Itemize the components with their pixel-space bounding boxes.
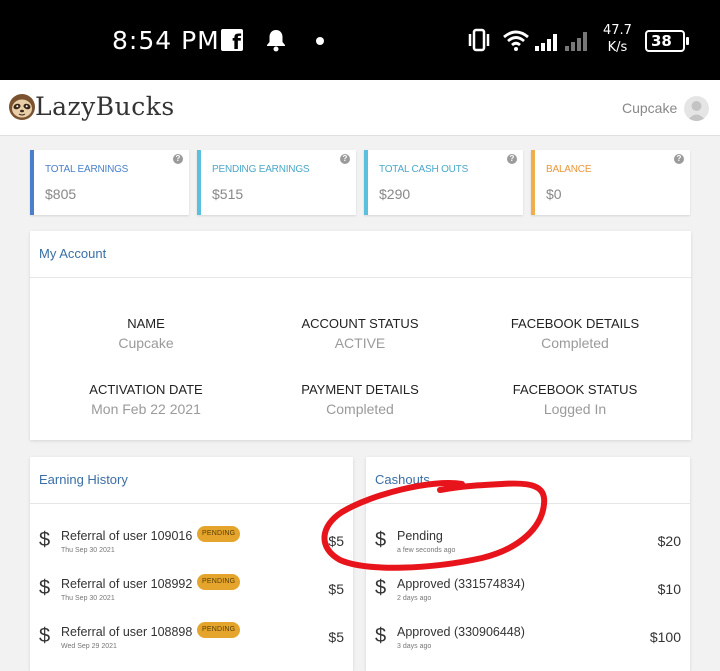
user-name[interactable]: Cupcake — [622, 100, 677, 116]
earning-title: Referral of user 108898 — [61, 625, 193, 639]
field-value: Logged In — [543, 401, 607, 417]
user-avatar-icon[interactable] — [684, 96, 709, 121]
status-badge: PENDING — [197, 526, 241, 542]
stat-card-total-earnings: TOTAL EARNINGS $805 ? — [30, 150, 189, 215]
field-label: FACEBOOK STATUS — [512, 382, 638, 397]
dollar-icon: $ — [375, 529, 387, 551]
help-icon[interactable]: ? — [674, 154, 684, 164]
app-header: LazyBucks Cupcake — [0, 80, 720, 136]
cashouts-panel: Cashouts $ Pending a few seconds ago $20… — [366, 457, 690, 671]
earning-date: Thu Sep 30 2021 — [61, 547, 115, 554]
field-value: Completed — [326, 401, 394, 417]
earning-history-panel: Earning History $ Referral of user 10901… — [30, 457, 353, 671]
cashout-title: Pending — [397, 529, 443, 543]
field-value: Mon Feb 22 2021 — [91, 401, 201, 417]
cashout-time: a few seconds ago — [397, 547, 456, 554]
dollar-icon: $ — [39, 625, 51, 647]
brand-name[interactable]: LazyBucks — [35, 92, 175, 121]
stat-value: $515 — [212, 186, 244, 202]
stat-label: TOTAL EARNINGS — [45, 164, 129, 175]
panel-header: Earning History — [30, 457, 353, 504]
stat-card-balance: BALANCE $0 ? — [531, 150, 690, 215]
status-badge: PENDING — [197, 622, 241, 638]
help-icon[interactable]: ? — [340, 154, 350, 164]
cashout-time: 3 days ago — [397, 643, 432, 650]
status-bar: 8:54 PM f 47.7 K/s 38 — [0, 0, 720, 80]
cashout-amount: $20 — [657, 533, 681, 549]
field-label: FACEBOOK DETAILS — [510, 316, 640, 331]
panel-title: My Account — [39, 246, 107, 261]
vibrate-icon — [468, 28, 490, 52]
cashout-row[interactable]: $ Approved (331574834) 2 days ago $10 — [366, 567, 690, 615]
battery-level: 38 — [651, 32, 672, 50]
earning-row[interactable]: $ Referral of user 109016 PENDING Thu Se… — [30, 519, 353, 567]
panel-header: My Account — [30, 231, 691, 278]
cashout-title: Approved (331574834) — [397, 577, 525, 591]
stat-accent-bar — [364, 150, 368, 215]
cashout-title: Approved (330906448) — [397, 625, 525, 639]
status-badge: PENDING — [197, 574, 241, 590]
field-value: ACTIVE — [334, 335, 386, 351]
stat-value: $290 — [379, 186, 411, 202]
cashout-row[interactable]: $ Approved (330906448) 3 days ago $100 — [366, 615, 690, 663]
field-label: NAME — [127, 316, 165, 331]
field-label: ACCOUNT STATUS — [301, 316, 419, 331]
account-field-payment-details: PAYMENT DETAILS Completed — [260, 382, 460, 417]
stat-label: TOTAL CASH OUTS — [379, 164, 469, 175]
stat-label: BALANCE — [546, 164, 592, 175]
earning-amount: $5 — [328, 629, 344, 645]
cashout-time: 2 days ago — [397, 595, 432, 602]
field-value: Completed — [541, 335, 609, 351]
account-field-name: NAME Cupcake — [46, 316, 246, 351]
earning-date: Wed Sep 29 2021 — [61, 643, 117, 650]
cashout-amount: $100 — [649, 629, 681, 645]
stat-value: $0 — [546, 186, 562, 202]
facebook-icon: f — [221, 29, 243, 54]
account-field-facebook-details: FACEBOOK DETAILS Completed — [475, 316, 675, 351]
earning-amount: $5 — [328, 581, 344, 597]
stat-accent-bar — [30, 150, 34, 215]
sloth-logo-icon[interactable] — [8, 93, 36, 121]
panel-title: Earning History — [39, 472, 128, 487]
account-field-status: ACCOUNT STATUS ACTIVE — [260, 316, 460, 351]
earning-date: Thu Sep 30 2021 — [61, 595, 115, 602]
dollar-icon: $ — [39, 577, 51, 599]
my-account-panel: My Account NAME Cupcake ACCOUNT STATUS A… — [30, 231, 691, 440]
stat-card-pending-earnings: PENDING EARNINGS $515 ? — [197, 150, 356, 215]
bell-icon — [267, 30, 285, 52]
earning-row[interactable]: $ Referral of user 108992 PENDING Thu Se… — [30, 567, 353, 615]
earning-title: Referral of user 109016 — [61, 529, 193, 543]
cashout-amount: $10 — [657, 581, 681, 597]
account-field-activation-date: ACTIVATION DATE Mon Feb 22 2021 — [46, 382, 246, 417]
earning-row[interactable]: $ Referral of user 108898 PENDING Wed Se… — [30, 615, 353, 663]
stat-value: $805 — [45, 186, 77, 202]
battery-icon: 38 — [645, 30, 689, 52]
stat-card-total-cash-outs: TOTAL CASH OUTS $290 ? — [364, 150, 523, 215]
wifi-icon — [503, 30, 529, 51]
stat-label: PENDING EARNINGS — [212, 164, 310, 175]
network-speed-unit: K/s — [607, 40, 628, 55]
help-icon[interactable]: ? — [507, 154, 517, 164]
dollar-icon: $ — [375, 577, 387, 599]
panel-header: Cashouts — [366, 457, 690, 504]
help-icon[interactable]: ? — [173, 154, 183, 164]
network-speed: 47.7 K/s — [603, 22, 632, 56]
network-speed-value: 47.7 — [603, 23, 632, 38]
dollar-icon: $ — [39, 529, 51, 551]
stat-accent-bar — [197, 150, 201, 215]
cashout-row[interactable]: $ Pending a few seconds ago $20 — [366, 519, 690, 567]
account-field-facebook-status: FACEBOOK STATUS Logged In — [475, 382, 675, 417]
field-label: PAYMENT DETAILS — [301, 382, 419, 397]
field-label: ACTIVATION DATE — [89, 382, 203, 397]
field-value: Cupcake — [118, 335, 174, 351]
stat-accent-bar — [531, 150, 535, 215]
dot-icon — [316, 37, 324, 45]
earning-amount: $5 — [328, 533, 344, 549]
panel-title: Cashouts — [375, 472, 430, 487]
signal-icon — [535, 32, 587, 51]
dollar-icon: $ — [375, 625, 387, 647]
earning-title: Referral of user 108992 — [61, 577, 193, 591]
status-time: 8:54 PM — [112, 26, 220, 55]
